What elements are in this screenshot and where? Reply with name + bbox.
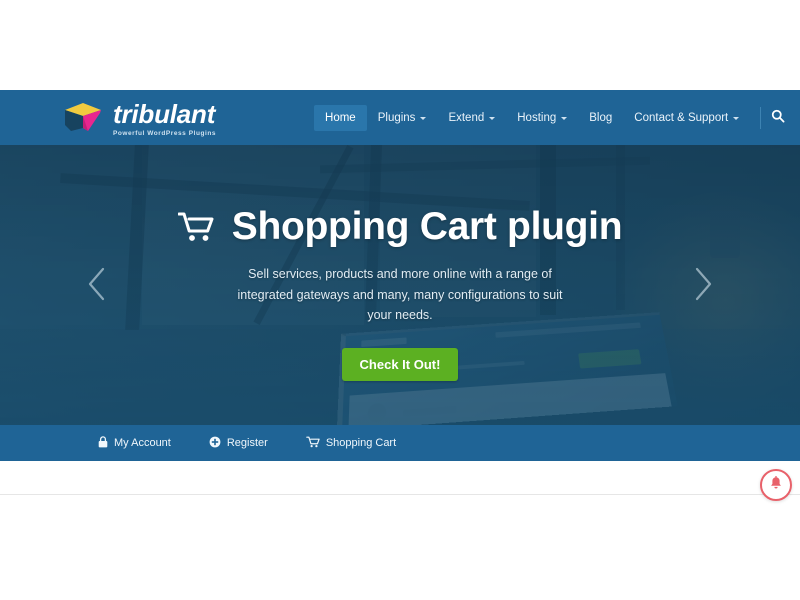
nav-item-home[interactable]: Home xyxy=(314,104,367,131)
slider-next-button[interactable] xyxy=(686,261,720,309)
chevron-down-icon xyxy=(489,117,496,120)
bottom-white-fill xyxy=(0,573,800,600)
hero-title-text: Shopping Cart plugin xyxy=(231,205,623,248)
utility-link-shopping-cart[interactable]: Shopping Cart xyxy=(306,436,396,451)
utility-label-register: Register xyxy=(226,437,268,449)
tribulant-cube-logo-icon xyxy=(62,101,104,137)
nav-label-hosting: Hosting xyxy=(517,111,557,124)
brand-name: tribulant xyxy=(113,98,216,129)
utility-label-shopping-cart: Shopping Cart xyxy=(325,437,397,449)
nav-label-blog: Blog xyxy=(589,111,613,124)
content-divider xyxy=(0,494,800,495)
nav-item-plugins[interactable]: Plugins xyxy=(367,105,438,131)
nav-label-extend: Extend xyxy=(448,111,485,124)
utility-label-my-account: My Account xyxy=(114,437,171,449)
notification-prompt-button[interactable] xyxy=(760,469,792,501)
top-white-gap xyxy=(0,0,800,90)
hero-cta-button[interactable]: Check It Out! xyxy=(341,347,459,381)
chevron-down-icon xyxy=(420,117,427,120)
nav-label-plugins: Plugins xyxy=(377,111,416,124)
utility-link-register[interactable]: Register xyxy=(209,436,268,451)
chevron-left-icon xyxy=(87,267,107,304)
main-navigation: Home Plugins Extend Hosting Blog Contact… xyxy=(314,90,791,145)
nav-label-home: Home xyxy=(325,111,356,124)
hero-slider: Blog xyxy=(0,145,800,425)
nav-divider xyxy=(760,106,762,129)
search-icon xyxy=(771,109,785,126)
bell-icon xyxy=(769,476,783,494)
nav-item-hosting[interactable]: Hosting xyxy=(506,105,578,131)
chevron-down-icon xyxy=(733,117,740,120)
nav-item-contact-support[interactable]: Contact & Support xyxy=(623,105,750,131)
site-header: tribulant Powerful WordPress Plugins Hom… xyxy=(0,90,800,145)
brand-logo-link[interactable]: tribulant Powerful WordPress Plugins xyxy=(62,99,216,137)
page-root: tribulant Powerful WordPress Plugins Hom… xyxy=(0,0,800,600)
hero-content: Shopping Cart plugin Sell services, prod… xyxy=(0,145,800,425)
lock-icon xyxy=(98,435,108,451)
hero-subtitle: Sell services, products and more online … xyxy=(237,266,563,323)
brand-text-block: tribulant Powerful WordPress Plugins xyxy=(113,99,216,137)
utility-link-my-account[interactable]: My Account xyxy=(98,435,171,451)
slider-prev-button[interactable] xyxy=(80,261,114,309)
chevron-down-icon xyxy=(561,117,568,120)
nav-item-blog[interactable]: Blog xyxy=(578,105,623,131)
page-content-area xyxy=(0,461,800,573)
shopping-cart-icon xyxy=(177,211,216,243)
search-button[interactable] xyxy=(765,105,791,131)
nav-label-contact-support: Contact & Support xyxy=(634,111,729,124)
hero-title: Shopping Cart plugin xyxy=(177,205,623,248)
nav-item-extend[interactable]: Extend xyxy=(437,105,506,131)
brand-tagline: Powerful WordPress Plugins xyxy=(113,129,217,137)
plus-circle-icon xyxy=(209,436,221,451)
shopping-cart-icon xyxy=(306,436,320,451)
chevron-right-icon xyxy=(693,267,713,304)
utility-bar: My Account Register Shopping Cart xyxy=(0,425,800,461)
